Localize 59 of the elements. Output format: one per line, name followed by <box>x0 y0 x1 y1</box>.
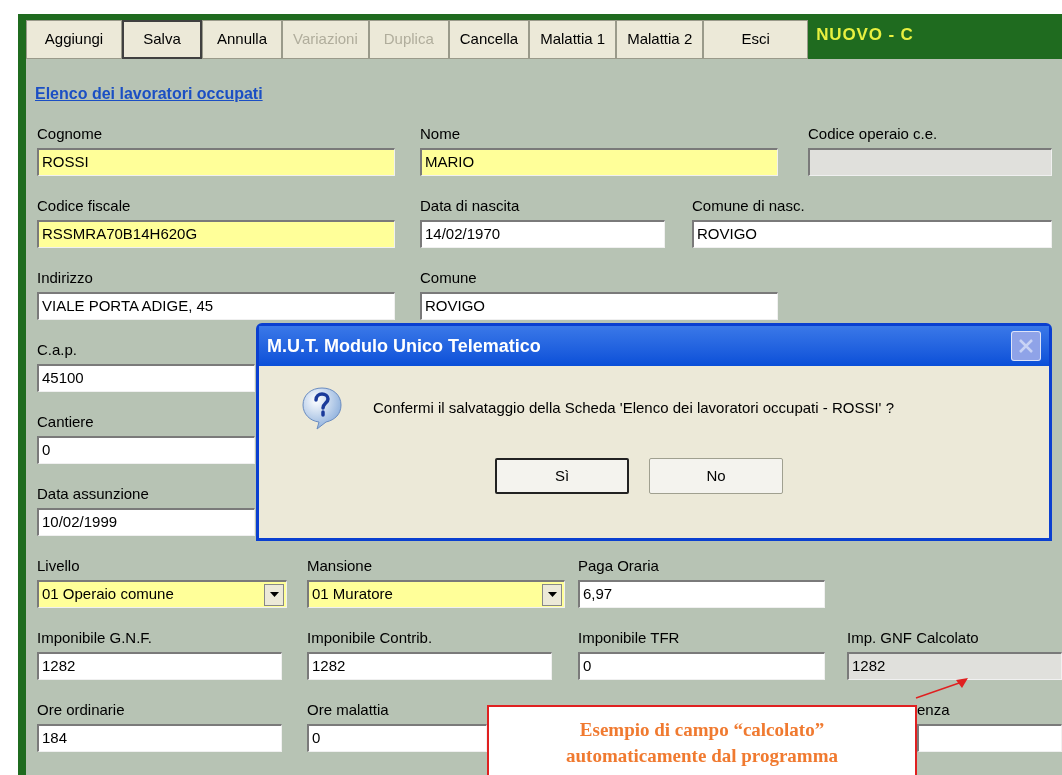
input-field[interactable]: 0 <box>307 724 487 752</box>
callout-text: Esempio di campo “calcolato” automaticamente dal programma <box>565 718 839 768</box>
dialog-title: M.U.T. Modulo Unico Telematico <box>267 334 541 358</box>
field-label: Imp. GNF Calcolato <box>847 628 979 648</box>
input-field[interactable]: 45100 <box>37 364 255 392</box>
input-field[interactable]: 1282 <box>307 652 552 680</box>
input-field[interactable]: ROSSI <box>37 148 395 176</box>
dialog-message: Confermi il salvataggio della Scheda 'Elenco dei lavoratori occupati - ROSSI' ? <box>373 397 894 418</box>
dialog-button[interactable]: Sì <box>495 458 629 494</box>
mode-title: NUOVO - C <box>816 24 914 46</box>
toolbar-button[interactable]: Malattia 1 <box>529 20 617 59</box>
input-field[interactable]: ROVIGO <box>692 220 1052 248</box>
field-label: Codice operaio c.e. <box>808 124 938 144</box>
dialog-button[interactable]: No <box>649 458 783 494</box>
field-label: Comune di nasc. <box>692 196 805 216</box>
callout-arrow <box>914 676 970 699</box>
toolbar-button[interactable]: Annulla <box>202 20 282 59</box>
field-label: Comune <box>420 268 477 288</box>
field-label: C.a.p. <box>37 340 78 360</box>
input-field[interactable]: ROVIGO <box>420 292 778 320</box>
input-field[interactable]: RSSMRA70B14H620G <box>37 220 395 248</box>
input-field[interactable] <box>917 724 1062 752</box>
input-field[interactable]: MARIO <box>420 148 778 176</box>
field-label: Paga Oraria <box>578 556 659 576</box>
field-label: Indirizzo <box>37 268 93 288</box>
field-label: Data di nascita <box>420 196 520 216</box>
close-icon <box>1018 338 1034 354</box>
toolbar-button[interactable]: Aggiungi <box>26 20 122 59</box>
input-field[interactable] <box>808 148 1052 176</box>
field-label: Imponibile G.N.F. <box>37 628 153 648</box>
input-field[interactable]: 184 <box>37 724 282 752</box>
question-icon <box>301 386 343 430</box>
toolbar-button[interactable]: Cancella <box>448 20 530 59</box>
section-link[interactable]: Elenco dei lavoratori occupati <box>35 82 263 106</box>
field-label: Nome <box>420 124 460 144</box>
field-label: Ore malattia <box>307 700 389 720</box>
input-field[interactable]: 6,97 <box>578 580 825 608</box>
field-label: Livello <box>37 556 80 576</box>
field-label: Codice fiscale <box>37 196 131 216</box>
input-field[interactable]: VIALE PORTA ADIGE, 45 <box>37 292 395 320</box>
input-field[interactable]: 0 <box>37 436 255 464</box>
input-field[interactable]: 1282 <box>847 652 1062 680</box>
input-field[interactable]: 1282 <box>37 652 282 680</box>
field-label: Mansione <box>307 556 373 576</box>
toolbar-button[interactable]: Salva <box>122 20 202 59</box>
input-field[interactable]: 10/02/1999 <box>37 508 255 536</box>
input-field[interactable]: 0 <box>578 652 825 680</box>
dropdown-field[interactable]: 01 Operaio comune <box>37 580 287 608</box>
field-label: Cantiere <box>37 412 94 432</box>
field-label: Imponibile TFR <box>578 628 680 648</box>
field-label: Cognome <box>37 124 103 144</box>
dropdown-field[interactable]: 01 Muratore <box>307 580 565 608</box>
field-label: Imponibile Contrib. <box>307 628 433 648</box>
toolbar-button[interactable]: Esci <box>703 20 809 59</box>
input-field[interactable]: 14/02/1970 <box>420 220 665 248</box>
field-label: Data assunzione <box>37 484 149 504</box>
field-label: enza <box>917 700 950 720</box>
field-label: Ore ordinarie <box>37 700 125 720</box>
toolbar-button[interactable]: Malattia 2 <box>616 20 704 59</box>
